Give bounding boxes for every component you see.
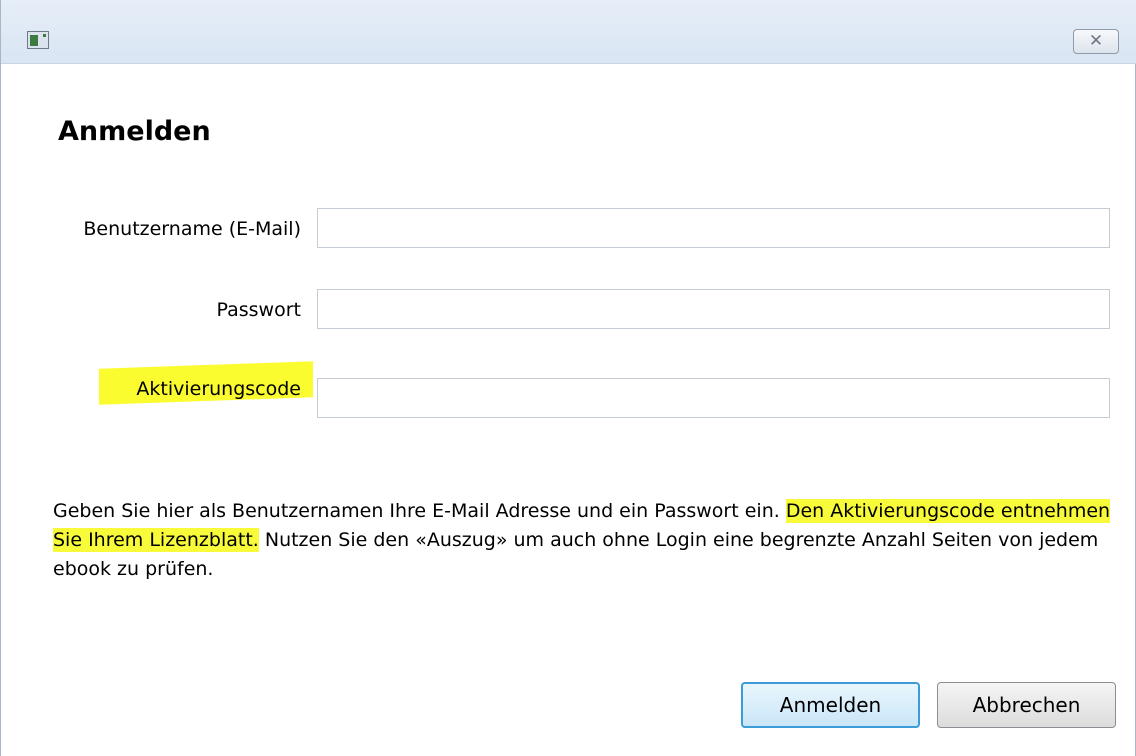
username-field[interactable] bbox=[317, 208, 1110, 248]
cancel-button[interactable]: Abbrechen bbox=[937, 682, 1116, 728]
login-button[interactable]: Anmelden bbox=[741, 682, 920, 728]
activation-code-label: Aktivierungscode bbox=[136, 378, 301, 400]
activation-code-field[interactable] bbox=[317, 378, 1110, 418]
app-icon bbox=[27, 31, 49, 49]
username-label: Benutzername (E-Mail) bbox=[83, 218, 301, 240]
password-label: Passwort bbox=[216, 299, 301, 321]
info-text-part-1: Geben Sie hier als Benutzernamen Ihre E-… bbox=[53, 500, 786, 522]
title-bar: ✕ bbox=[1, 0, 1136, 64]
password-field[interactable] bbox=[317, 289, 1110, 329]
login-dialog: ✕ Anmelden Benutzername (E-Mail) Passwor… bbox=[0, 0, 1136, 756]
info-text: Geben Sie hier als Benutzernamen Ihre E-… bbox=[53, 497, 1113, 584]
close-icon: ✕ bbox=[1088, 31, 1104, 51]
close-button[interactable]: ✕ bbox=[1073, 29, 1119, 54]
dialog-heading: Anmelden bbox=[58, 116, 211, 147]
